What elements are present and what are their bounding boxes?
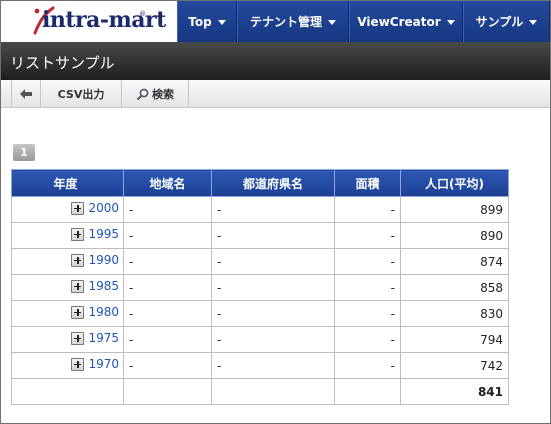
- nav-item-label: テナント管理: [249, 15, 322, 29]
- chevron-down-icon: [446, 20, 455, 25]
- region-cell: -: [123, 222, 212, 249]
- column-header-population[interactable]: 人口(平均): [400, 169, 509, 197]
- region-cell: -: [123, 196, 212, 223]
- year-cell: 1980: [11, 300, 124, 327]
- population-cell: 794: [400, 326, 509, 353]
- logo-text: intra-mart: [42, 7, 166, 33]
- year-link[interactable]: 1970: [88, 357, 119, 371]
- expand-plus-icon[interactable]: [71, 279, 85, 293]
- chevron-down-icon: [529, 20, 538, 25]
- prefecture-cell: -: [211, 248, 335, 275]
- table-total-row: 841: [11, 378, 509, 405]
- nav-item-viewcreator[interactable]: ViewCreator: [349, 1, 463, 42]
- population-cell: 890: [400, 222, 509, 249]
- table-row: 1980 - - - 830: [11, 300, 509, 327]
- region-cell: -: [123, 274, 212, 301]
- expand-plus-icon[interactable]: [71, 357, 85, 371]
- nav-item-top[interactable]: Top: [177, 1, 237, 42]
- back-button[interactable]: [11, 80, 41, 108]
- region-cell: -: [123, 300, 212, 327]
- year-link[interactable]: 1990: [88, 253, 119, 267]
- list-table: 年度 地域名 都道府県名 面積 人口(平均) 2000 - - - 899 19…: [11, 169, 509, 405]
- column-header-area[interactable]: 面積: [334, 169, 401, 197]
- population-cell: 874: [400, 248, 509, 275]
- total-population-cell: 841: [400, 378, 509, 405]
- nav-item-label: Top: [188, 14, 212, 29]
- prefecture-cell: -: [211, 300, 335, 327]
- table-row: 1975 - - - 794: [11, 326, 509, 353]
- page-number: 1: [20, 146, 28, 159]
- prefecture-cell: -: [211, 352, 335, 379]
- page-title-bar: リストサンプル: [1, 42, 550, 80]
- search-label: 検索: [152, 88, 174, 101]
- csv-export-label: CSV出力: [57, 88, 105, 101]
- population-cell: 830: [400, 300, 509, 327]
- page-title: リストサンプル: [10, 54, 115, 72]
- year-cell: 1970: [11, 352, 124, 379]
- area-cell: -: [334, 222, 401, 249]
- column-header-region[interactable]: 地域名: [123, 169, 212, 197]
- total-prefecture-cell: [211, 378, 335, 405]
- prefecture-cell: -: [211, 274, 335, 301]
- population-cell: 858: [400, 274, 509, 301]
- area-cell: -: [334, 248, 401, 275]
- table-row: 1985 - - - 858: [11, 274, 509, 301]
- total-region-cell: [123, 378, 212, 405]
- page-number-button[interactable]: 1: [13, 144, 35, 161]
- year-link[interactable]: 1985: [88, 279, 119, 293]
- intra-mart-logo[interactable]: intra-mart ®: [1, 1, 177, 42]
- table-header-row: 年度 地域名 都道府県名 面積 人口(平均): [11, 169, 509, 197]
- expand-plus-icon[interactable]: [71, 331, 85, 345]
- column-header-prefecture[interactable]: 都道府県名: [211, 169, 335, 197]
- nav-item-label: サンプル: [475, 15, 524, 29]
- global-nav: Top テナント管理 ViewCreator サンプル: [177, 1, 550, 42]
- prefecture-cell: -: [211, 222, 335, 249]
- region-cell: -: [123, 248, 212, 275]
- expand-plus-icon[interactable]: [71, 305, 85, 319]
- magnifier-icon: [136, 88, 149, 100]
- expand-plus-icon[interactable]: [71, 201, 85, 215]
- year-cell: 1975: [11, 326, 124, 353]
- year-link[interactable]: 2000: [88, 201, 119, 215]
- area-cell: -: [334, 326, 401, 353]
- prefecture-cell: -: [211, 196, 335, 223]
- area-cell: -: [334, 300, 401, 327]
- year-link[interactable]: 1995: [88, 227, 119, 241]
- nav-item-tenant-management[interactable]: テナント管理: [237, 1, 349, 42]
- column-header-year[interactable]: 年度: [11, 169, 124, 197]
- nav-item-label: ViewCreator: [357, 14, 441, 29]
- expand-plus-icon[interactable]: [71, 227, 85, 241]
- total-year-cell: [11, 378, 124, 405]
- expand-plus-icon[interactable]: [71, 253, 85, 267]
- table-row: 1995 - - - 890: [11, 222, 509, 249]
- year-cell: 2000: [11, 196, 124, 223]
- csv-export-button[interactable]: CSV出力: [41, 80, 122, 108]
- area-cell: -: [334, 196, 401, 223]
- population-cell: 899: [400, 196, 509, 223]
- year-link[interactable]: 1975: [88, 331, 119, 345]
- prefecture-cell: -: [211, 326, 335, 353]
- nav-item-sample[interactable]: サンプル: [463, 1, 550, 42]
- year-cell: 1985: [11, 274, 124, 301]
- area-cell: -: [334, 352, 401, 379]
- logo-registered-mark: ®: [139, 10, 146, 18]
- region-cell: -: [123, 326, 212, 353]
- year-cell: 1995: [11, 222, 124, 249]
- year-link[interactable]: 1980: [88, 305, 119, 319]
- region-cell: -: [123, 352, 212, 379]
- table-row: 2000 - - - 899: [11, 196, 509, 223]
- table-row: 1990 - - - 874: [11, 248, 509, 275]
- search-button[interactable]: 検索: [122, 80, 189, 108]
- chevron-down-icon: [217, 20, 226, 25]
- year-cell: 1990: [11, 248, 124, 275]
- area-cell: -: [334, 274, 401, 301]
- total-area-cell: [334, 378, 401, 405]
- table-row: 1970 - - - 742: [11, 352, 509, 379]
- app-window: intra-mart ® Top テナント管理 ViewCreator サンプル: [0, 0, 551, 424]
- chevron-down-icon: [328, 20, 336, 25]
- toolbar: CSV出力 検索: [1, 80, 550, 108]
- global-header: intra-mart ® Top テナント管理 ViewCreator サンプル: [1, 1, 550, 42]
- arrow-left-icon: [20, 89, 32, 99]
- population-cell: 742: [400, 352, 509, 379]
